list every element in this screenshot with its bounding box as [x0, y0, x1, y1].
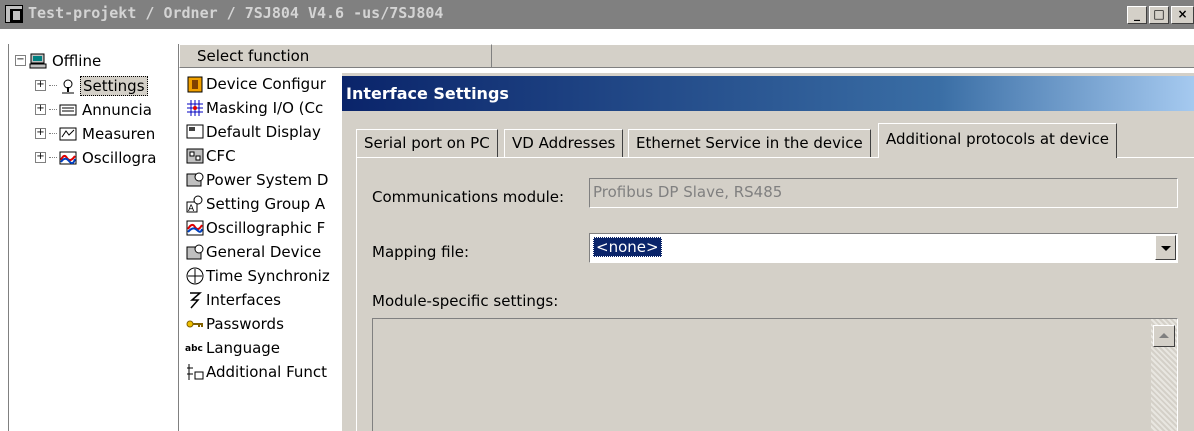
tab-strip: Serial port on PC VD Addresses Ethernet …: [356, 123, 1186, 158]
power-system-icon: [185, 170, 205, 190]
time-sync-icon: [185, 266, 205, 286]
function-item[interactable]: CFC: [185, 144, 341, 168]
tree-item-label: Settings: [80, 75, 148, 96]
expand-icon[interactable]: +: [35, 80, 46, 91]
function-label: Time Synchroniz: [206, 267, 330, 285]
device-config-icon: [185, 74, 205, 94]
function-label: Language: [206, 339, 281, 357]
app-icon[interactable]: [5, 5, 23, 23]
oscillography-icon: [59, 150, 77, 166]
function-item[interactable]: Time Synchroniz: [185, 264, 341, 288]
function-item[interactable]: A Setting Group A: [185, 192, 341, 216]
function-label: Interfaces: [206, 291, 281, 309]
function-label: Additional Funct: [206, 363, 328, 381]
module-specific-label: Module-specific settings:: [372, 292, 559, 310]
module-specific-area: [372, 318, 1178, 431]
tree-item-label: Oscillogra: [82, 148, 157, 167]
tree-item-label: Annuncia: [82, 100, 152, 119]
oscillographic-icon: [185, 218, 205, 238]
function-label: Power System D: [206, 171, 329, 189]
chevron-down-icon[interactable]: [1155, 235, 1176, 260]
tree-item-measurement[interactable]: + Measuren: [35, 122, 157, 145]
mapping-file-label: Mapping file:: [372, 243, 470, 261]
minimize-button[interactable]: _: [1127, 6, 1147, 24]
maximize-button[interactable]: □: [1149, 6, 1169, 24]
tree-root-label: Offline: [52, 51, 102, 70]
function-item[interactable]: Power System D: [185, 168, 341, 192]
function-label: Setting Group A: [206, 195, 326, 213]
function-label: Default Display: [206, 123, 321, 141]
window-title: Test-projekt / Ordner / 7SJ804 V4.6 -us/…: [28, 4, 444, 22]
collapse-icon[interactable]: −: [15, 55, 26, 66]
tab-additional-protocols[interactable]: Additional protocols at device: [878, 123, 1117, 158]
column-header-strip: [492, 44, 1194, 68]
svg-text:abc: abc: [185, 344, 203, 354]
function-item[interactable]: Default Display: [185, 120, 341, 144]
function-item[interactable]: Device Configur: [185, 72, 341, 96]
function-list-header[interactable]: Select function: [179, 44, 492, 68]
function-item[interactable]: Additional Funct: [185, 360, 341, 384]
svg-text:A: A: [188, 204, 195, 214]
language-icon: abc: [185, 338, 205, 358]
tree-item-annunciation[interactable]: + Annuncia: [35, 98, 154, 121]
setting-group-icon: A: [185, 194, 205, 214]
function-label: Device Configur: [206, 75, 326, 93]
interface-settings-dialog: Interface Settings Serial port on PC VD …: [341, 72, 1194, 431]
tab-page: Communications module: Profibus DP Slave…: [356, 157, 1194, 431]
vertical-scrollbar[interactable]: [1151, 319, 1177, 431]
masking-io-icon: [185, 98, 205, 118]
tab-ethernet-service[interactable]: Ethernet Service in the device: [628, 129, 871, 157]
cfc-icon: [185, 146, 205, 166]
interfaces-icon: [185, 290, 205, 310]
tab-serial-port[interactable]: Serial port on PC: [356, 129, 498, 157]
measurement-icon: [59, 126, 77, 142]
expand-icon[interactable]: +: [35, 104, 46, 115]
communications-module-field: Profibus DP Slave, RS485: [589, 178, 1178, 208]
main-title-bar: Test-projekt / Ordner / 7SJ804 V4.6 -us/…: [0, 0, 1194, 29]
mapping-file-dropdown[interactable]: <none>: [589, 233, 1178, 263]
tree-root-offline[interactable]: − Offline: [15, 49, 103, 72]
function-item[interactable]: Masking I/O (Cc: [185, 96, 341, 120]
expand-icon[interactable]: +: [35, 152, 46, 163]
function-item[interactable]: Passwords: [185, 312, 341, 336]
function-item[interactable]: abc Language: [185, 336, 341, 360]
function-label: Passwords: [206, 315, 284, 333]
function-label: Oscillographic F: [206, 219, 326, 237]
default-display-icon: [185, 122, 205, 142]
settings-icon: [59, 78, 77, 94]
navigation-tree: − Offline + Settings + Annuncia + Measur…: [8, 44, 179, 431]
scroll-up-icon[interactable]: [1153, 325, 1175, 347]
tree-item-oscillography[interactable]: + Oscillogra: [35, 146, 158, 169]
tree-item-settings[interactable]: + Settings: [35, 74, 148, 97]
function-list: Select function Device Configur Masking …: [179, 44, 492, 431]
tree-item-label: Measuren: [82, 124, 156, 143]
general-device-icon: [185, 242, 205, 262]
mapping-file-value: <none>: [593, 237, 662, 257]
function-label: CFC: [206, 147, 236, 165]
function-item[interactable]: Oscillographic F: [185, 216, 341, 240]
computer-icon: [29, 53, 47, 69]
function-item[interactable]: Interfaces: [185, 288, 341, 312]
passwords-icon: [185, 314, 205, 334]
tab-vd-addresses[interactable]: VD Addresses: [504, 129, 624, 157]
function-item[interactable]: General Device: [185, 240, 341, 264]
annunciation-icon: [59, 102, 77, 118]
close-button[interactable]: ×: [1171, 6, 1194, 24]
additional-functions-icon: [185, 362, 205, 382]
communications-module-label: Communications module:: [372, 188, 565, 206]
dialog-title: Interface Settings: [342, 76, 1194, 111]
expand-icon[interactable]: +: [35, 128, 46, 139]
function-label: General Device: [206, 243, 322, 261]
function-label: Masking I/O (Cc: [206, 99, 324, 117]
